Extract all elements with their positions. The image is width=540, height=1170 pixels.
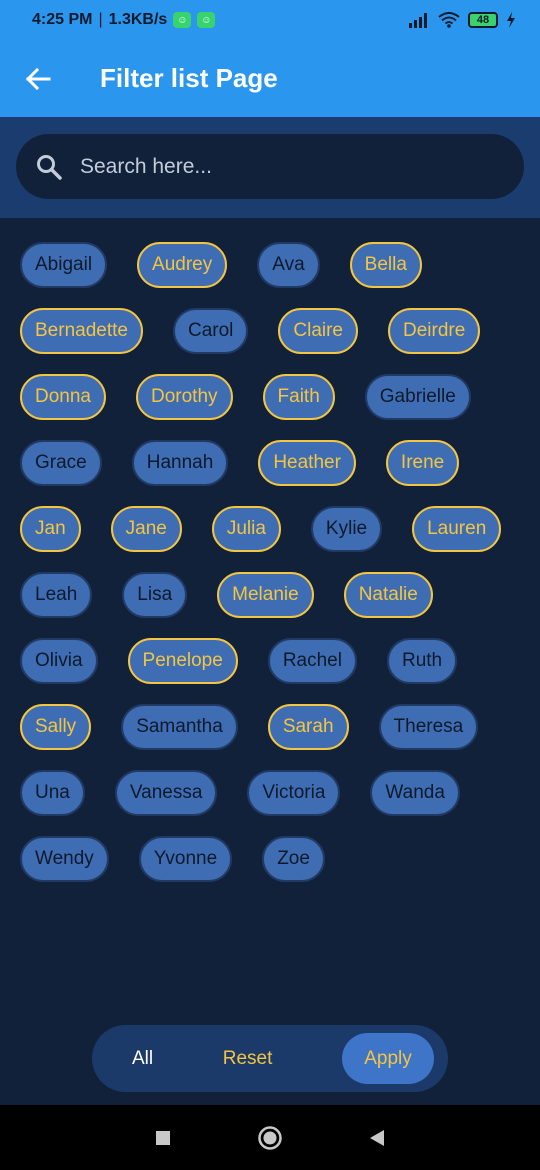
filter-chip-lisa[interactable]: Lisa <box>122 572 188 618</box>
status-time: 4:25 PM <box>32 11 93 28</box>
filter-chip-una[interactable]: Una <box>20 770 85 816</box>
filter-chip-lauren[interactable]: Lauren <box>412 506 502 552</box>
filter-chip-abigail[interactable]: Abigail <box>20 242 108 288</box>
status-bar: 4:25 PM | 1.3KB/s ☺ ☺ 48 <box>0 0 540 40</box>
back-nav-button[interactable] <box>357 1118 397 1158</box>
reset-button[interactable]: Reset <box>223 1048 273 1070</box>
system-nav-bar <box>0 1105 540 1170</box>
filter-chip-wendy[interactable]: Wendy <box>20 836 109 882</box>
filter-chip-faith[interactable]: Faith <box>262 374 335 420</box>
filter-chip-audrey[interactable]: Audrey <box>137 242 228 288</box>
filter-chip-donna[interactable]: Donna <box>20 374 106 420</box>
triangle-back-icon <box>369 1129 384 1146</box>
home-button[interactable] <box>250 1118 290 1158</box>
filter-chip-deirdre[interactable]: Deirdre <box>388 308 481 354</box>
arrow-left-icon <box>25 67 51 90</box>
status-left: 4:25 PM | 1.3KB/s ☺ ☺ <box>32 11 216 29</box>
filter-chip-melanie[interactable]: Melanie <box>217 572 314 618</box>
filter-chip-ava[interactable]: Ava <box>257 242 320 288</box>
filter-chip-rachel[interactable]: Rachel <box>267 638 357 684</box>
battery-icon: 48 <box>468 12 498 28</box>
filter-chip-zoe[interactable]: Zoe <box>262 836 325 882</box>
search-area <box>0 117 540 218</box>
apply-button[interactable]: Apply <box>341 1033 434 1084</box>
filter-chip-dorothy[interactable]: Dorothy <box>136 374 233 420</box>
status-separator: | <box>98 11 103 28</box>
app-bar: Filter list Page <box>0 40 540 117</box>
android-icon: ☺ <box>197 12 216 28</box>
filter-chip-ruth[interactable]: Ruth <box>386 638 458 684</box>
page-title: Filter list Page <box>100 63 278 93</box>
search-box[interactable] <box>16 134 524 199</box>
filter-chip-sarah[interactable]: Sarah <box>267 704 349 750</box>
filter-chip-yvonne[interactable]: Yvonne <box>138 836 233 882</box>
status-right: 48 <box>408 12 516 28</box>
android-icon: ☺ <box>173 12 192 28</box>
filter-chip-samantha[interactable]: Samantha <box>121 704 238 750</box>
filter-chip-penelope[interactable]: Penelope <box>127 638 238 684</box>
filter-chip-hannah[interactable]: Hannah <box>131 440 229 486</box>
action-bar: All Reset Apply <box>92 1025 448 1092</box>
filter-chip-heather[interactable]: Heather <box>258 440 356 486</box>
filter-chip-bernadette[interactable]: Bernadette <box>20 308 143 354</box>
filter-chip-carol[interactable]: Carol <box>172 308 249 354</box>
filter-chip-gabrielle[interactable]: Gabrielle <box>364 374 471 420</box>
filter-chip-natalie[interactable]: Natalie <box>343 572 433 618</box>
signal-icon <box>409 13 427 28</box>
filter-chip-jane[interactable]: Jane <box>110 506 182 552</box>
square-icon <box>156 1130 171 1145</box>
filter-chip-victoria[interactable]: Victoria <box>247 770 341 816</box>
wifi-icon <box>438 12 460 28</box>
search-input[interactable] <box>80 154 480 179</box>
filter-chip-vanessa[interactable]: Vanessa <box>114 770 218 816</box>
filter-chip-theresa[interactable]: Theresa <box>378 704 479 750</box>
filter-chip-kylie[interactable]: Kylie <box>310 506 383 552</box>
filter-chip-claire[interactable]: Claire <box>278 308 358 354</box>
filter-chip-olivia[interactable]: Olivia <box>20 638 98 684</box>
filter-chip-sally[interactable]: Sally <box>20 704 92 750</box>
all-button[interactable]: All <box>132 1048 153 1070</box>
filter-chip-bella[interactable]: Bella <box>349 242 422 288</box>
circle-icon <box>258 1125 282 1150</box>
filter-chip-grace[interactable]: Grace <box>20 440 102 486</box>
filter-chip-leah[interactable]: Leah <box>20 572 93 618</box>
back-button[interactable] <box>0 40 76 117</box>
search-icon <box>37 154 62 180</box>
filter-chip-wanda[interactable]: Wanda <box>370 770 460 816</box>
filter-chip-irene[interactable]: Irene <box>385 440 460 486</box>
recents-button[interactable] <box>143 1118 183 1158</box>
filter-chip-jan[interactable]: Jan <box>20 506 81 552</box>
network-speed: 1.3KB/s <box>108 11 168 28</box>
charging-icon <box>507 12 515 28</box>
filter-chip-julia[interactable]: Julia <box>211 506 281 552</box>
chip-list: Abigail Audrey Ava Bella Bernadette Carol Clai… <box>0 218 540 1018</box>
